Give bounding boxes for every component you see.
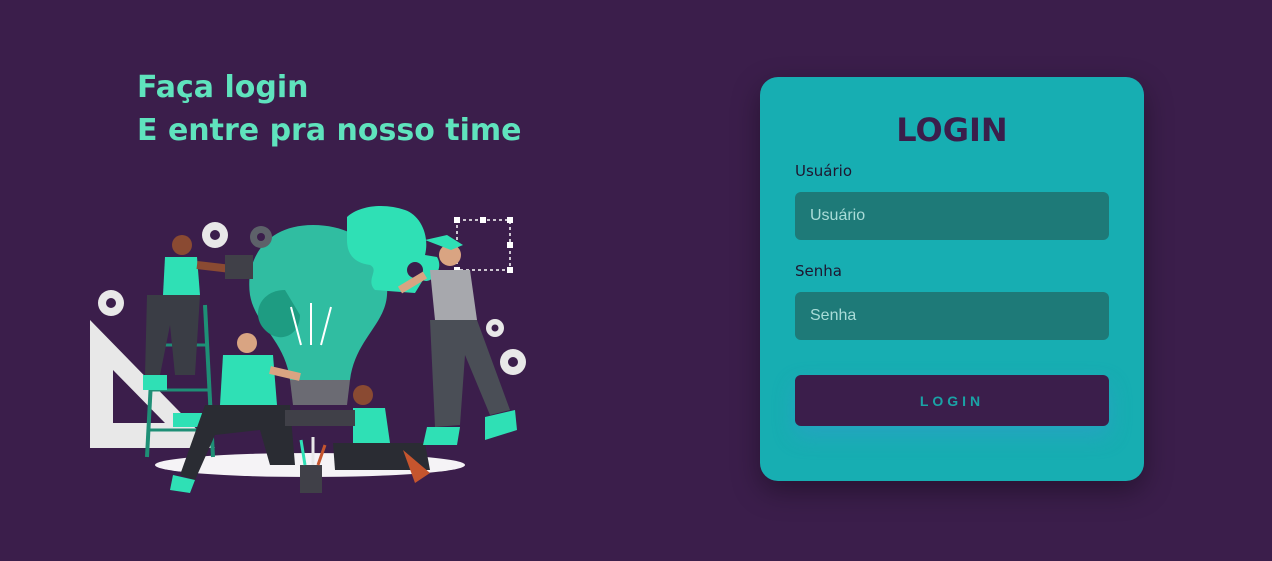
login-button[interactable]: LOGIN [795,375,1109,426]
username-label: Usuário [795,162,853,180]
login-card: LOGIN Usuário Senha LOGIN [760,77,1144,481]
teamwork-illustration [90,205,526,493]
username-input[interactable] [795,192,1109,240]
hero-headline: Faça login E entre pra nosso time [137,66,522,152]
hero-line-2: E entre pra nosso time [137,113,522,148]
password-input[interactable] [795,292,1109,340]
login-title: LOGIN [896,111,1008,149]
password-label: Senha [795,262,842,280]
hero-line-1: Faça login [137,70,309,105]
